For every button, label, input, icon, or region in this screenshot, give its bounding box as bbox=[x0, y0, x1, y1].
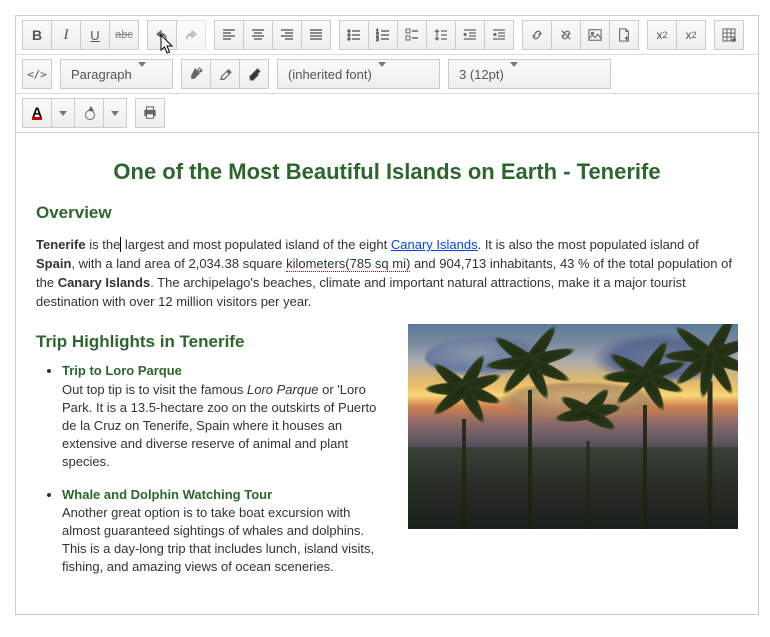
spellcheck-squiggle: kilometers(785 sq mi) bbox=[286, 256, 410, 272]
toolbar-row-2: </> Paragraph (inherited font) 3 (12pt) bbox=[16, 55, 758, 94]
highlight-button[interactable] bbox=[211, 59, 240, 89]
numbered-list-button[interactable]: 123 bbox=[369, 20, 398, 50]
text-color-dropdown[interactable] bbox=[52, 98, 75, 128]
tenerife-image[interactable] bbox=[408, 324, 738, 529]
italic-button[interactable]: I bbox=[52, 20, 81, 50]
svg-text:3: 3 bbox=[376, 37, 379, 42]
fill-color-button[interactable] bbox=[75, 98, 104, 128]
font-size-select[interactable]: 3 (12pt) bbox=[448, 59, 611, 89]
overview-paragraph: Tenerife is the largest and most populat… bbox=[36, 236, 738, 311]
document-body[interactable]: One of the Most Beautiful Islands on Ear… bbox=[16, 133, 758, 614]
underline-button[interactable]: U bbox=[81, 20, 110, 50]
print-button[interactable] bbox=[135, 98, 165, 128]
svg-text:+: + bbox=[625, 35, 629, 42]
subscript-button[interactable]: x2 bbox=[647, 20, 677, 50]
format-painter-button[interactable] bbox=[181, 59, 211, 89]
canary-islands-link[interactable]: Canary Islands bbox=[391, 237, 478, 252]
drop-icon bbox=[83, 106, 95, 120]
bold-button[interactable]: B bbox=[22, 20, 52, 50]
document-title: One of the Most Beautiful Islands on Ear… bbox=[36, 159, 738, 185]
clear-formatting-button[interactable] bbox=[240, 59, 269, 89]
task-list-button[interactable] bbox=[398, 20, 427, 50]
highlights-heading: Trip Highlights in Tenerife bbox=[36, 332, 390, 352]
undo-button[interactable] bbox=[147, 20, 177, 50]
highlights-list: Trip to Loro Parque Out top tip is to vi… bbox=[36, 362, 390, 576]
code-view-button[interactable]: </> bbox=[22, 59, 52, 89]
font-family-select[interactable]: (inherited font) bbox=[277, 59, 440, 89]
line-height-button[interactable] bbox=[427, 20, 456, 50]
redo-button[interactable] bbox=[177, 20, 206, 50]
paragraph-style-select[interactable]: Paragraph bbox=[60, 59, 173, 89]
align-left-button[interactable] bbox=[214, 20, 244, 50]
superscript-button[interactable]: x2 bbox=[677, 20, 706, 50]
strikethrough-button[interactable]: abc bbox=[110, 20, 139, 50]
align-right-button[interactable] bbox=[273, 20, 302, 50]
align-justify-button[interactable] bbox=[302, 20, 331, 50]
file-button[interactable]: + bbox=[610, 20, 639, 50]
svg-text:+: + bbox=[732, 37, 736, 42]
fill-color-dropdown[interactable] bbox=[104, 98, 127, 128]
indent-button[interactable] bbox=[485, 20, 514, 50]
link-button[interactable] bbox=[522, 20, 552, 50]
rich-text-editor: B I U abc 123 bbox=[15, 15, 759, 615]
toolbar-row-3: A bbox=[16, 94, 758, 133]
toolbar-row-1: B I U abc 123 bbox=[16, 16, 758, 55]
bullet-list-button[interactable] bbox=[339, 20, 369, 50]
table-button[interactable]: + bbox=[714, 20, 744, 50]
align-center-button[interactable] bbox=[244, 20, 273, 50]
image-button[interactable] bbox=[581, 20, 610, 50]
list-item: Whale and Dolphin Watching Tour Another … bbox=[62, 486, 390, 577]
unlink-button[interactable] bbox=[552, 20, 581, 50]
overview-heading: Overview bbox=[36, 203, 738, 223]
text-color-button[interactable]: A bbox=[22, 98, 52, 128]
list-item: Trip to Loro Parque Out top tip is to vi… bbox=[62, 362, 390, 471]
outdent-button[interactable] bbox=[456, 20, 485, 50]
